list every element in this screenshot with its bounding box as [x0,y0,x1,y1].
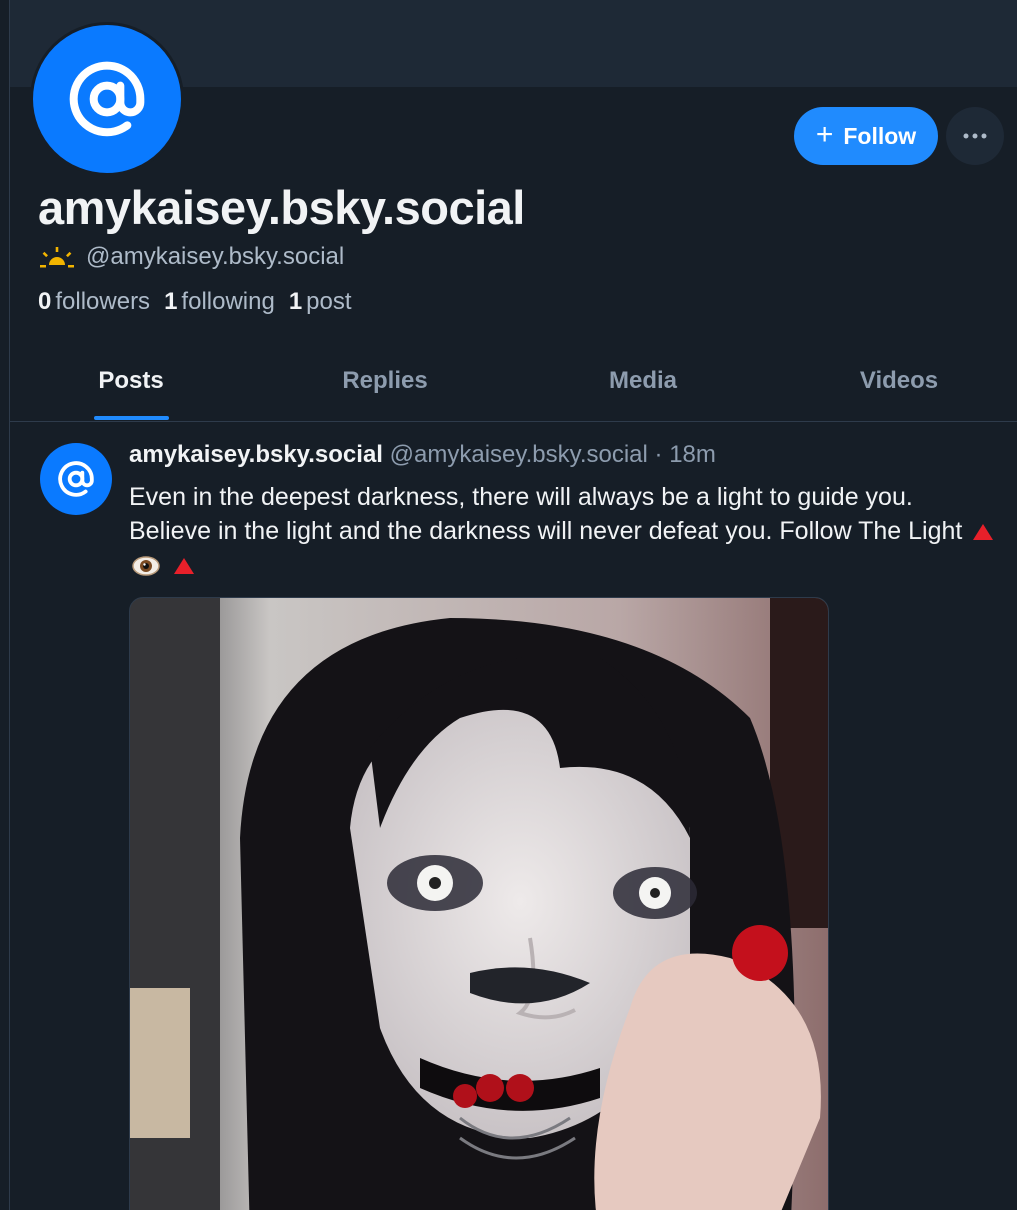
active-tab-indicator [94,416,169,420]
profile-display-name: amykaisey.bsky.social [38,181,525,234]
posts-stat: 1 post [288,288,352,315]
tab-videos[interactable]: Videos [860,367,938,395]
profile-tabs: Posts Replies Media Videos [10,355,1017,422]
left-border [9,0,10,1210]
post-image[interactable] [129,597,829,1210]
follow-label: Follow [843,122,917,149]
red-triangle-icon [173,558,194,575]
at-sign-icon [69,61,145,137]
profile-avatar[interactable] [30,22,184,176]
post-author-avatar[interactable] [40,443,112,515]
red-triangle-icon [973,524,994,541]
ellipsis-icon [963,133,987,139]
follow-button[interactable]: + Follow [794,107,938,165]
following-stat[interactable]: 1 following [164,288,275,316]
post-text: Even in the deepest darkness, there will… [129,483,963,545]
followers-stat[interactable]: 0 followers [38,288,150,316]
sunrise-icon [40,247,74,268]
eye-icon [132,556,160,577]
tab-posts[interactable]: Posts [98,367,163,395]
tab-replies[interactable]: Replies [342,367,427,395]
post-header: amykaisey.bsky.social @amykaisey.bsky.so… [129,441,716,469]
plus-icon: + [815,117,834,151]
portrait-photo [130,598,828,1210]
more-options-button[interactable] [946,107,1004,165]
meta-separator: · [654,441,663,468]
tab-media[interactable]: Media [609,367,677,395]
at-sign-icon [58,461,94,497]
profile-stats: 0 followers 1 following 1 post [38,288,352,316]
profile-handle-row: @amykaisey.bsky.social [38,243,344,271]
profile-handle[interactable]: @amykaisey.bsky.social [86,243,344,271]
post-author-name[interactable]: amykaisey.bsky.social [129,441,383,468]
post-author-handle[interactable]: @amykaisey.bsky.social [390,441,648,468]
post-timestamp[interactable]: 18m [669,441,716,468]
post-body: Even in the deepest darkness, there will… [129,480,999,582]
